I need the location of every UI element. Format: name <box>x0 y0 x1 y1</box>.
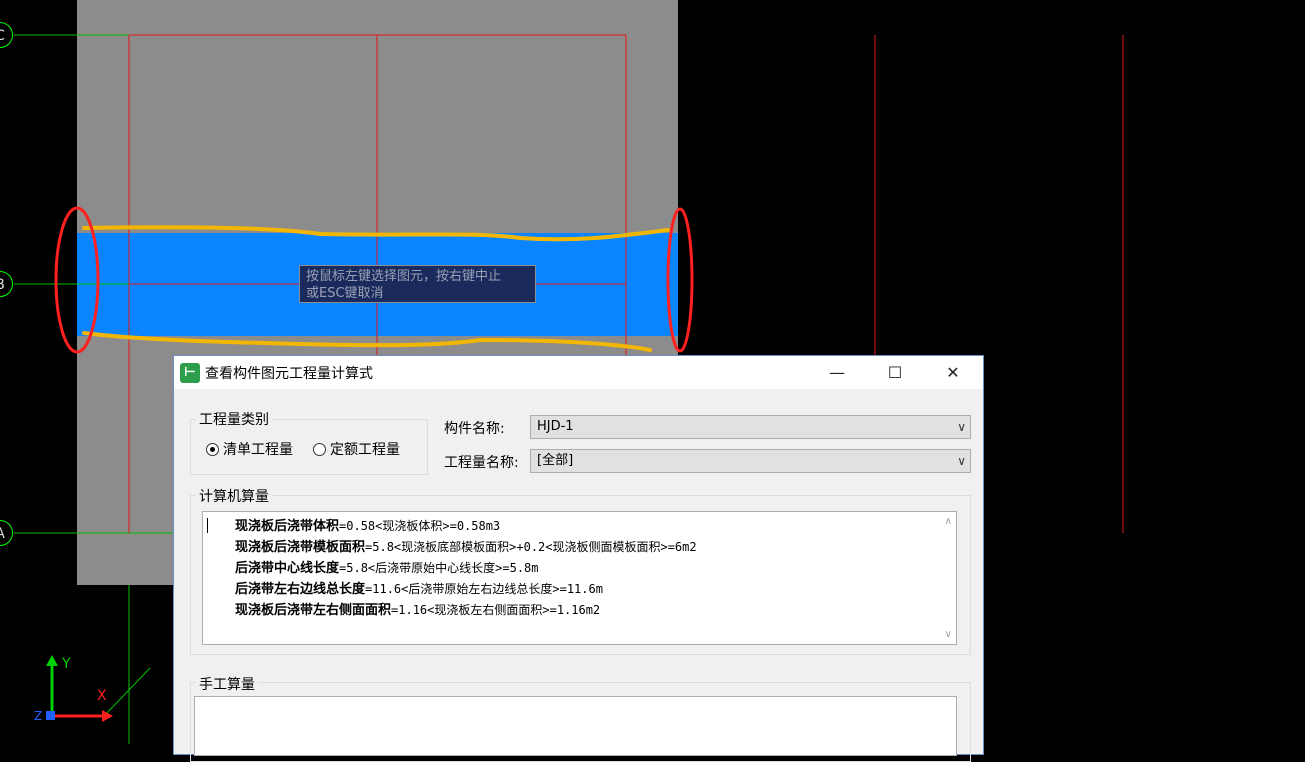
minimize-button[interactable]: — <box>814 356 860 389</box>
radio-quota-quantity[interactable]: 定额工程量 <box>313 439 400 459</box>
calc-line: 现浇板后浇带模板面积=5.8<现浇板底部模板面积>+0.2<现浇板侧面模板面积>… <box>235 537 697 558</box>
calc-line-name: 后浇带左右边线总长度 <box>235 582 366 597</box>
ucs-y-label: Y <box>62 656 71 672</box>
component-name-label: 构件名称: <box>444 421 505 437</box>
tooltip-line-1: 按鼠标左键选择图元，按右键中止 <box>306 269 502 284</box>
ucs-z-label: Z <box>34 709 43 723</box>
ucs-x-label: X <box>97 688 107 704</box>
computer-calc-label: 计算机算量 <box>196 486 272 506</box>
calc-line-formula: =0.58<现浇板体积>=0.58m3 <box>339 519 501 533</box>
close-button[interactable]: ✕ <box>930 356 976 389</box>
calc-line-formula: =1.16<现浇板左右侧面面积>=1.16m2 <box>391 603 601 617</box>
text-caret <box>207 518 208 533</box>
calc-line: 现浇板后浇带体积=0.58<现浇板体积>=0.58m3 <box>235 516 697 537</box>
calc-line: 后浇带左右边线总长度=11.6<后浇带原始左右边线总长度>=11.6m <box>235 579 697 600</box>
dialog-titlebar[interactable]: ⊢ 查看构件图元工程量计算式 — ☐ ✕ <box>174 356 983 389</box>
ucs-y-arrow <box>46 655 58 666</box>
radio-circle-unselected[interactable] <box>313 442 326 456</box>
chevron-down-icon: ∨ <box>957 454 966 468</box>
radio-quota-quantity-label: 定额工程量 <box>330 442 400 458</box>
calc-line-name: 现浇板后浇带模板面积 <box>235 540 366 555</box>
ucs-origin <box>46 711 55 720</box>
calc-line-name: 现浇板后浇带左右侧面面积 <box>235 603 392 618</box>
calc-line: 后浇带中心线长度=5.8<后浇带原始中心线长度>=5.8m <box>235 558 697 579</box>
manual-calc-label: 手工算量 <box>196 674 258 694</box>
radio-bill-quantity[interactable]: 清单工程量 <box>206 439 293 459</box>
manual-calc-textbox[interactable] <box>194 696 957 756</box>
radio-circle-selected[interactable] <box>206 442 219 456</box>
component-name-value: HJD-1 <box>537 419 574 434</box>
quantity-name-dropdown[interactable]: [全部] ∨ <box>530 449 971 473</box>
calc-lines: 现浇板后浇带体积=0.58<现浇板体积>=0.58m3 现浇板后浇带模板面积=5.… <box>235 516 697 621</box>
quantity-name-value: [全部] <box>537 453 574 468</box>
quantity-name-label: 工程量名称: <box>444 455 519 471</box>
dialog-title: 查看构件图元工程量计算式 <box>205 366 373 382</box>
quantity-formula-dialog[interactable]: ⊢ 查看构件图元工程量计算式 — ☐ ✕ 工程量类别 清单工程量 定额工程量 构… <box>173 355 984 762</box>
calc-line-name: 现浇板后浇带体积 <box>235 519 340 534</box>
component-name-dropdown[interactable]: HJD-1 ∨ <box>530 415 971 439</box>
app-icon: ⊢ <box>180 363 200 383</box>
calc-line: 现浇板后浇带左右侧面面积=1.16<现浇板左右侧面面积>=1.16m2 <box>235 600 697 621</box>
chevron-down-icon: ∨ <box>957 420 966 434</box>
computer-calc-textbox[interactable]: 现浇板后浇带体积=0.58<现浇板体积>=0.58m3 现浇板后浇带模板面积=5.… <box>202 511 957 645</box>
calc-line-formula: =5.8<后浇带原始中心线长度>=5.8m <box>339 561 539 575</box>
axis-diagonal <box>104 667 151 716</box>
radio-bill-quantity-label: 清单工程量 <box>223 442 293 458</box>
calc-line-formula: =11.6<后浇带原始左右边线总长度>=11.6m <box>365 582 603 596</box>
scroll-up-icon[interactable]: ∧ <box>945 516 952 527</box>
calc-line-name: 后浇带中心线长度 <box>235 561 340 576</box>
selection-tooltip: 按鼠标左键选择图元，按右键中止 或ESC键取消 <box>299 265 536 303</box>
tooltip-line-2: 或ESC键取消 <box>306 286 384 301</box>
calc-line-formula: =5.8<现浇板底部模板面积>+0.2<现浇板侧面模板面积>=6m2 <box>365 540 697 554</box>
quantity-type-label: 工程量类别 <box>196 409 272 429</box>
scroll-down-icon[interactable]: ∨ <box>945 629 952 640</box>
dialog-body: 工程量类别 清单工程量 定额工程量 构件名称: HJD-1 ∨ 工程量名称: [… <box>174 389 983 762</box>
maximize-button[interactable]: ☐ <box>872 356 918 389</box>
